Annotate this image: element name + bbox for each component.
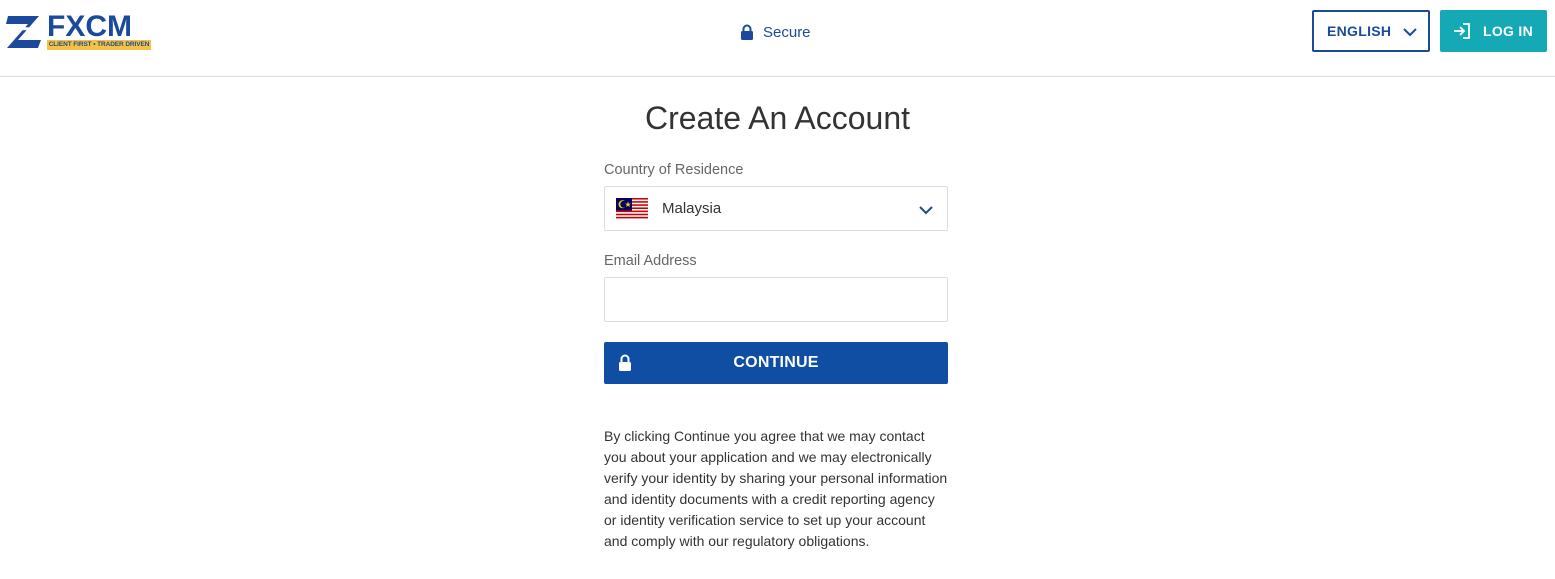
logo-brand-text: FXCM <box>47 10 132 43</box>
email-label: Email Address <box>604 253 697 269</box>
continue-label: CONTINUE <box>733 354 819 371</box>
chevron-down-icon <box>1403 28 1417 37</box>
fxcm-logo[interactable]: FXCM CLIENT FIRST • TRADER DRIVEN <box>5 10 151 54</box>
country-select[interactable]: Malaysia <box>604 186 948 231</box>
fxcm-logo-icon <box>6 16 41 48</box>
login-button[interactable]: LOG IN <box>1440 10 1547 52</box>
top-header: FXCM CLIENT FIRST • TRADER DRIVEN Secure… <box>0 0 1555 77</box>
disclaimer-text: By clicking Continue you agree that we m… <box>604 428 948 549</box>
country-label: Country of Residence <box>604 162 744 178</box>
chevron-down-icon <box>919 206 933 215</box>
logo-tagline: CLIENT FIRST • TRADER DRIVEN <box>47 40 151 50</box>
language-label: ENGLISH <box>1327 23 1392 39</box>
secure-indicator: Secure <box>740 22 811 42</box>
language-dropdown[interactable]: ENGLISH <box>1312 10 1430 52</box>
country-value: Malaysia <box>662 200 722 217</box>
malaysia-flag-icon <box>616 198 648 220</box>
email-field[interactable] <box>604 277 948 322</box>
lock-icon <box>741 24 753 40</box>
secure-label: Secure <box>763 23 811 41</box>
login-label: LOG IN <box>1483 23 1534 39</box>
page-title: Create An Account <box>644 100 911 136</box>
continue-button[interactable]: CONTINUE <box>604 342 948 384</box>
login-icon <box>1454 23 1470 39</box>
